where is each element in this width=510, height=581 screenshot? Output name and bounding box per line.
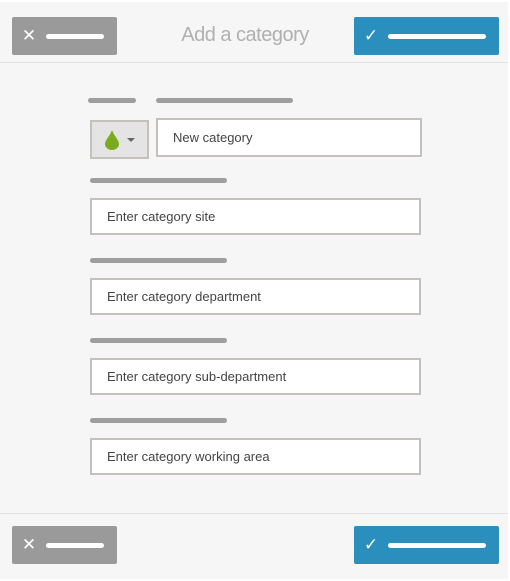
category-subdepartment-input[interactable]: Enter category sub-department (90, 358, 421, 395)
confirm-button-top[interactable]: ✓ (354, 17, 499, 55)
cancel-button-bottom[interactable]: ✕ (12, 526, 117, 564)
working-area-label (90, 418, 227, 423)
department-label (90, 258, 227, 263)
header-divider (0, 62, 508, 63)
footer-divider (0, 513, 508, 514)
confirm-button-bottom[interactable]: ✓ (354, 526, 499, 564)
confirm-label-placeholder (388, 542, 486, 548)
color-picker-button[interactable] (90, 120, 149, 159)
subdepartment-label (90, 338, 227, 343)
dialog: ✕ Add a category ✓ New category Enter ca… (0, 2, 508, 579)
confirm-label-placeholder (388, 33, 486, 39)
color-label (88, 98, 136, 103)
category-department-input[interactable]: Enter category department (90, 278, 421, 315)
check-icon: ✓ (363, 26, 379, 46)
name-label (156, 98, 293, 103)
category-name-input[interactable]: New category (156, 118, 422, 157)
cancel-label-placeholder (46, 542, 104, 548)
drop-icon (104, 129, 119, 150)
page-title: Add a category (181, 24, 309, 46)
check-icon: ✓ (363, 535, 379, 555)
chevron-down-icon (126, 137, 135, 142)
cancel-label-placeholder (46, 33, 104, 39)
close-icon: ✕ (21, 535, 37, 555)
site-label (90, 178, 227, 183)
category-working-area-input[interactable]: Enter category working area (90, 438, 421, 475)
close-icon: ✕ (21, 26, 37, 46)
category-site-input[interactable]: Enter category site (90, 198, 421, 235)
cancel-button-top[interactable]: ✕ (12, 17, 117, 55)
